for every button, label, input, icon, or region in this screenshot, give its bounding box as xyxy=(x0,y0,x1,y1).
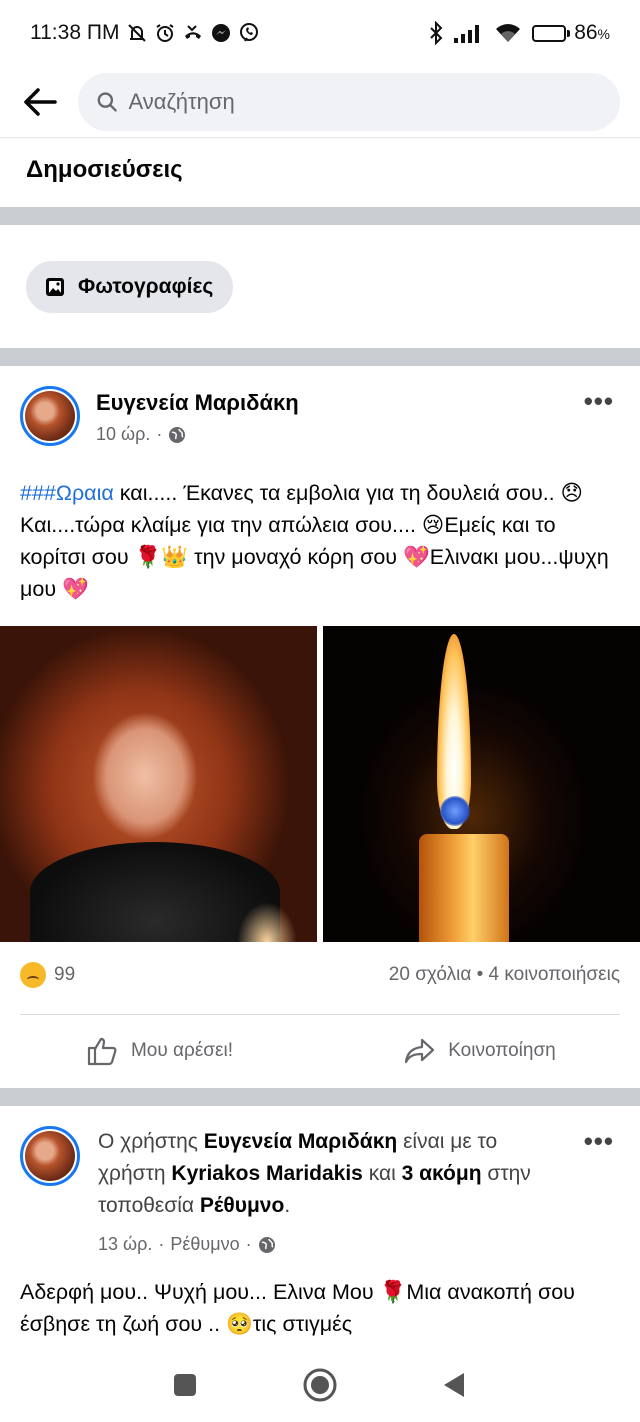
tagged-user[interactable]: Kyriakos Maridakis xyxy=(171,1162,362,1185)
post-location[interactable]: Ρέθυμνο xyxy=(170,1234,239,1255)
globe-icon xyxy=(169,426,186,443)
photos-filter-button[interactable]: Φωτογραφίες xyxy=(26,261,234,313)
search-field[interactable] xyxy=(78,72,620,131)
section-title: Δημοσιεύσεις xyxy=(26,156,183,183)
wifi-icon xyxy=(494,22,522,44)
section-divider xyxy=(0,207,640,225)
photo-portrait[interactable] xyxy=(0,626,317,942)
home-button[interactable] xyxy=(302,1367,338,1408)
system-back-button[interactable] xyxy=(442,1371,468,1404)
messenger-icon xyxy=(210,22,232,44)
system-nav-bar xyxy=(0,1352,640,1422)
home-circle-icon xyxy=(303,1368,337,1401)
profile-photo xyxy=(25,391,75,441)
post-more-button[interactable]: ••• xyxy=(584,386,614,417)
battery-icon xyxy=(532,24,567,42)
reaction-count: 99 xyxy=(54,964,76,985)
like-button[interactable]: Μου αρέσει! xyxy=(0,1022,320,1080)
post-divider xyxy=(0,1088,640,1106)
mute-icon xyxy=(126,22,148,44)
avatar[interactable] xyxy=(20,1126,80,1186)
location-link[interactable]: Ρέθυμνο xyxy=(200,1194,284,1217)
comments-shares-count[interactable]: 20 σχόλια • 4 κοινοποιήσεις xyxy=(389,964,620,986)
post-header xyxy=(20,1126,80,1186)
square-icon xyxy=(174,1373,196,1396)
alarm-icon xyxy=(154,22,176,44)
back-arrow-icon xyxy=(24,87,57,116)
profile-photo xyxy=(25,1131,75,1181)
post-time[interactable]: 10 ώρ. xyxy=(96,424,150,445)
battery-percent: 86% xyxy=(574,21,610,44)
hashtag-link[interactable]: ###Ωραια xyxy=(20,481,114,505)
status-time: 11:38 ΠΜ xyxy=(30,21,120,44)
post-photos xyxy=(0,626,640,942)
recents-button[interactable] xyxy=(172,1372,198,1403)
sad-reaction-icon xyxy=(20,962,46,988)
signal-icon xyxy=(454,23,484,43)
post-more-button[interactable]: ••• xyxy=(584,1126,614,1157)
share-button[interactable]: Κοινοποίηση xyxy=(320,1022,640,1080)
post-author[interactable]: Ευγενεία Μαριδάκη xyxy=(96,390,299,416)
search-input[interactable] xyxy=(128,88,602,115)
post-stats: 99 20 σχόλια • 4 κοινοποιήσεις xyxy=(20,962,620,988)
section-divider xyxy=(0,348,640,366)
avatar[interactable] xyxy=(20,386,80,446)
actions-divider xyxy=(20,1014,620,1015)
search-header xyxy=(0,66,640,138)
back-button[interactable] xyxy=(20,82,60,122)
photos-filter-label: Φωτογραφίες xyxy=(78,275,214,298)
triangle-back-icon xyxy=(444,1372,464,1397)
post-meta: 10 ώρ. · xyxy=(96,424,299,445)
battery-indicator: 86% xyxy=(532,21,610,45)
bluetooth-icon xyxy=(428,21,444,45)
post-meta: 13 ώρ. · Ρέθυμνο · xyxy=(98,1234,276,1255)
globe-icon xyxy=(258,1236,275,1253)
photos-icon xyxy=(46,278,64,296)
post-author-line: Ο χρήστης Ευγενεία Μαριδάκη είναι με το … xyxy=(98,1130,531,1217)
like-label: Μου αρέσει! xyxy=(130,1040,234,1061)
share-icon xyxy=(405,1038,435,1064)
post-author[interactable]: Ευγενεία Μαριδάκη xyxy=(204,1130,398,1153)
post-actions: Μου αρέσει! Κοινοποίηση xyxy=(0,1022,640,1080)
post-text: ###Ωραια και..... Έκανες τα εμβολια για … xyxy=(20,481,609,601)
photo-candle[interactable] xyxy=(323,626,640,942)
status-bar: 11:38 ΠΜ 86% xyxy=(0,0,640,66)
thumbs-up-icon xyxy=(87,1037,117,1066)
missed-call-icon xyxy=(182,22,204,44)
reactions-summary[interactable]: 99 xyxy=(20,962,75,988)
viber-icon xyxy=(238,22,260,44)
tagged-others[interactable]: 3 ακόμη xyxy=(402,1162,482,1185)
search-icon xyxy=(97,91,117,112)
share-label: Κοινοποίηση xyxy=(448,1040,556,1061)
post-header: Ευγενεία Μαριδάκη 10 ώρ. · xyxy=(20,386,299,446)
post-text: Αδερφή μου.. Ψυχή μου... Ελινα Μου 🌹Μια … xyxy=(20,1280,575,1336)
post-time[interactable]: 13 ώρ. xyxy=(98,1234,152,1255)
